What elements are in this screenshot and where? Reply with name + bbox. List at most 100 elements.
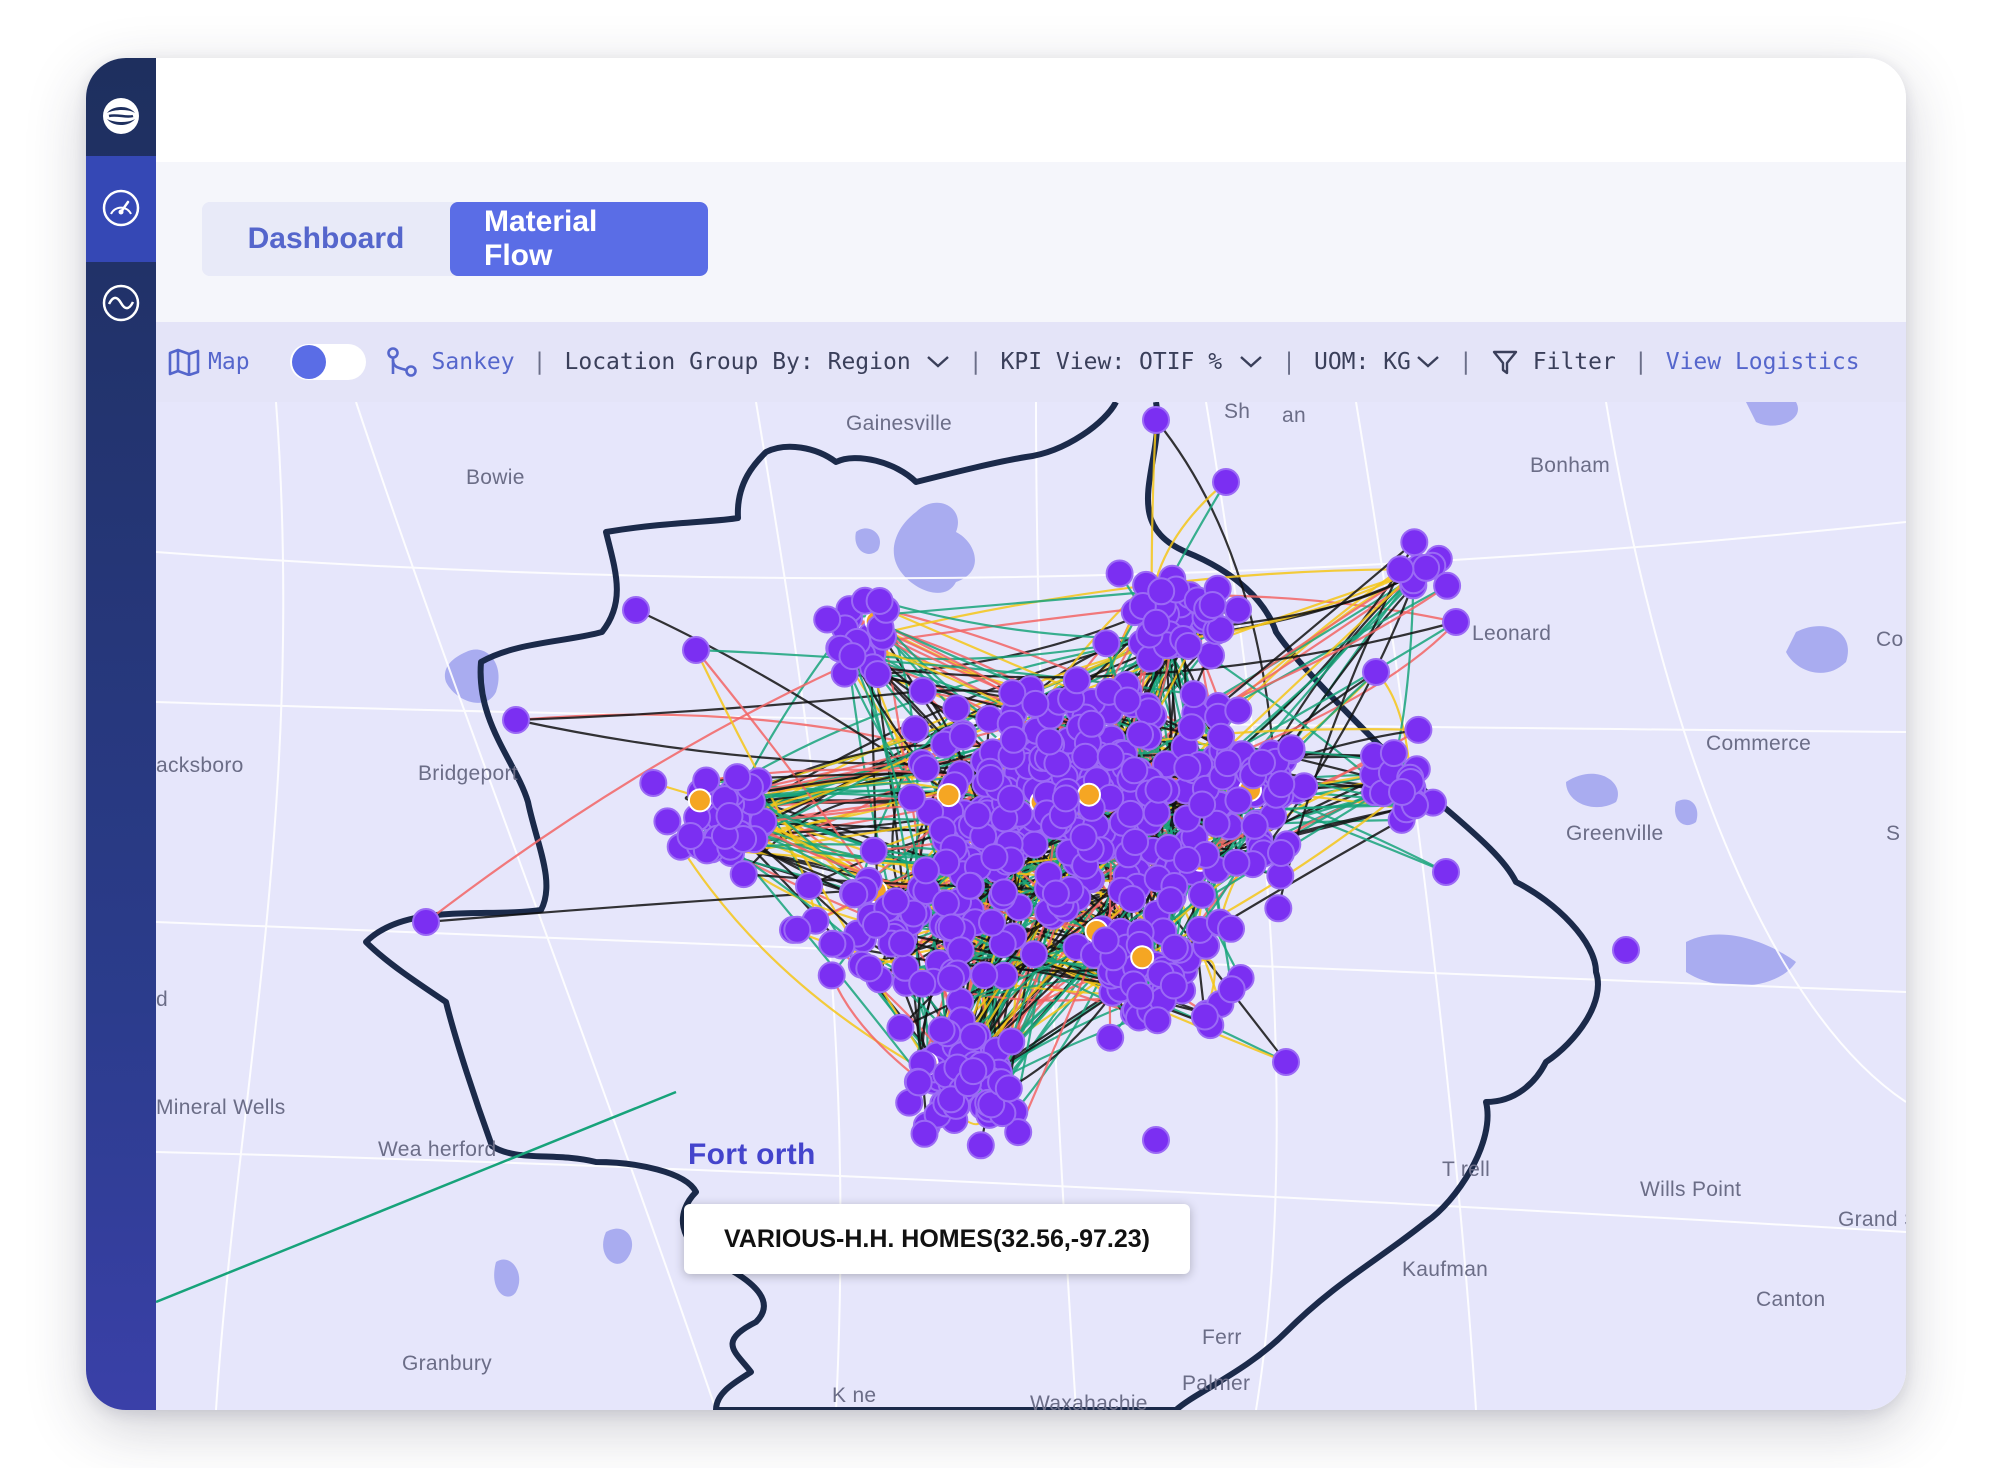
waveform-icon[interactable] bbox=[101, 283, 141, 323]
location-node[interactable] bbox=[653, 807, 682, 836]
location-node[interactable] bbox=[990, 878, 1018, 907]
location-node[interactable] bbox=[1277, 734, 1306, 763]
location-node[interactable] bbox=[959, 1057, 988, 1086]
location-node[interactable] bbox=[622, 596, 650, 624]
location-node[interactable] bbox=[1142, 1126, 1170, 1154]
location-node[interactable] bbox=[813, 605, 842, 634]
location-node[interactable] bbox=[1126, 981, 1155, 1010]
location-node[interactable] bbox=[886, 1013, 915, 1042]
location-node[interactable] bbox=[1019, 940, 1048, 969]
location-node[interactable] bbox=[931, 889, 960, 918]
location-node[interactable] bbox=[1069, 823, 1098, 852]
location-node[interactable] bbox=[1179, 680, 1208, 709]
location-node[interactable] bbox=[1190, 1002, 1219, 1031]
location-node[interactable] bbox=[911, 856, 940, 885]
location-node[interactable] bbox=[904, 1068, 933, 1097]
location-node[interactable] bbox=[1096, 1023, 1125, 1052]
location-node[interactable] bbox=[1433, 571, 1462, 600]
location-node[interactable] bbox=[1267, 839, 1295, 867]
location-node[interactable] bbox=[1113, 686, 1142, 715]
location-node[interactable] bbox=[1116, 799, 1145, 828]
location-node[interactable] bbox=[1224, 786, 1253, 815]
location-node[interactable] bbox=[998, 679, 1027, 708]
location-node[interactable] bbox=[1051, 784, 1080, 813]
location-node[interactable] bbox=[1217, 914, 1245, 943]
location-node[interactable] bbox=[1248, 748, 1276, 777]
location-node[interactable] bbox=[676, 822, 705, 850]
location-node[interactable] bbox=[1105, 559, 1134, 588]
location-node[interactable] bbox=[1362, 658, 1390, 686]
location-node[interactable] bbox=[1177, 713, 1206, 742]
location-node[interactable] bbox=[997, 784, 1025, 813]
location-node[interactable] bbox=[1062, 666, 1091, 695]
location-node[interactable] bbox=[959, 1022, 988, 1051]
location-node[interactable] bbox=[723, 763, 752, 792]
location-node[interactable] bbox=[1142, 798, 1171, 827]
hub-node[interactable] bbox=[1130, 945, 1155, 970]
location-node[interactable] bbox=[1432, 858, 1460, 886]
location-node[interactable] bbox=[1077, 709, 1106, 738]
tab-material-flow[interactable]: Material Flow bbox=[450, 202, 708, 276]
location-node[interactable] bbox=[994, 1074, 1023, 1103]
location-node[interactable] bbox=[978, 908, 1006, 937]
location-node[interactable] bbox=[863, 660, 892, 689]
location-node[interactable] bbox=[1142, 406, 1170, 434]
location-group-dropdown[interactable]: Location Group By: Region bbox=[565, 349, 951, 375]
location-node[interactable] bbox=[859, 836, 888, 865]
location-node[interactable] bbox=[897, 783, 926, 812]
location-node[interactable] bbox=[881, 887, 910, 916]
location-node[interactable] bbox=[1020, 830, 1049, 859]
location-node[interactable] bbox=[976, 764, 1005, 792]
location-node[interactable] bbox=[1091, 926, 1120, 955]
location-node[interactable] bbox=[970, 961, 999, 990]
view-logistics-link[interactable]: View Logistics bbox=[1666, 349, 1860, 375]
location-node[interactable] bbox=[910, 1119, 939, 1148]
location-node[interactable] bbox=[1144, 775, 1173, 804]
location-node[interactable] bbox=[1160, 933, 1189, 962]
location-node[interactable] bbox=[927, 1016, 956, 1044]
location-node[interactable] bbox=[1217, 975, 1246, 1004]
location-node[interactable] bbox=[1071, 742, 1100, 771]
logo-icon[interactable] bbox=[101, 96, 141, 136]
location-node[interactable] bbox=[1188, 790, 1217, 819]
map-sankey-toggle[interactable] bbox=[289, 344, 366, 380]
location-node[interactable] bbox=[963, 801, 992, 830]
location-node[interactable] bbox=[502, 706, 530, 734]
location-node[interactable] bbox=[1174, 632, 1203, 660]
location-node[interactable] bbox=[1121, 828, 1150, 856]
location-node[interactable] bbox=[888, 929, 917, 958]
location-node[interactable] bbox=[1212, 468, 1240, 496]
location-node[interactable] bbox=[1264, 894, 1293, 923]
location-node[interactable] bbox=[901, 715, 929, 744]
location-node[interactable] bbox=[783, 915, 812, 944]
location-node[interactable] bbox=[862, 910, 890, 939]
hub-node[interactable] bbox=[687, 788, 712, 813]
location-node[interactable] bbox=[1096, 742, 1125, 771]
location-node[interactable] bbox=[1092, 629, 1121, 658]
location-node[interactable] bbox=[1442, 608, 1470, 636]
location-node[interactable] bbox=[795, 872, 823, 900]
tab-dashboard[interactable]: Dashboard bbox=[202, 202, 450, 276]
location-node[interactable] bbox=[1213, 749, 1242, 778]
location-node[interactable] bbox=[1035, 727, 1064, 756]
location-node[interactable] bbox=[639, 769, 668, 797]
location-node[interactable] bbox=[1207, 722, 1235, 751]
location-node[interactable] bbox=[1379, 739, 1408, 768]
location-node[interactable] bbox=[1386, 555, 1415, 584]
location-node[interactable] bbox=[908, 969, 937, 998]
location-node[interactable] bbox=[1173, 845, 1201, 874]
location-node[interactable] bbox=[997, 1027, 1026, 1056]
location-node[interactable] bbox=[1021, 689, 1050, 718]
location-node[interactable] bbox=[1173, 753, 1202, 782]
sankey-view-button[interactable]: Sankey bbox=[386, 346, 515, 378]
location-node[interactable] bbox=[948, 722, 977, 751]
location-node[interactable] bbox=[1198, 591, 1227, 619]
location-node[interactable] bbox=[682, 636, 710, 664]
uom-dropdown[interactable]: UOM: KG bbox=[1314, 349, 1441, 375]
location-node[interactable] bbox=[1156, 886, 1185, 915]
location-node[interactable] bbox=[865, 587, 894, 615]
location-node[interactable] bbox=[1142, 608, 1171, 637]
location-node[interactable] bbox=[908, 676, 937, 705]
hub-node[interactable] bbox=[936, 783, 961, 808]
location-node[interactable] bbox=[1412, 553, 1441, 582]
